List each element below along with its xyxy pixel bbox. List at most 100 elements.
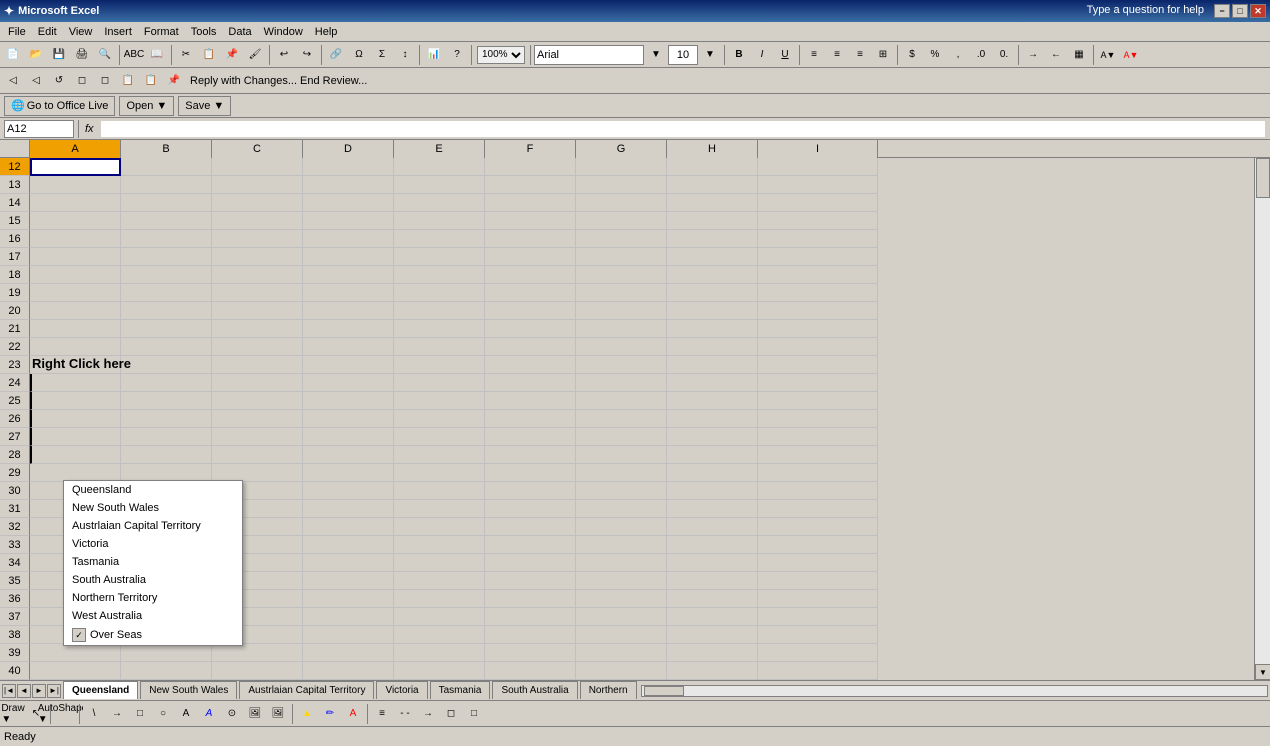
t2-btn3[interactable]: ↺ — [48, 70, 70, 92]
dropdown-item-act[interactable]: Austrlaian Capital Territory — [64, 517, 242, 535]
dropdown-item-wa[interactable]: West Australia — [64, 607, 242, 625]
tab-next-btn[interactable]: ► — [32, 684, 46, 698]
t2-btn2[interactable]: ◁ — [25, 70, 47, 92]
textbox-btn[interactable]: A — [175, 703, 197, 725]
col-header-d[interactable]: D — [303, 140, 394, 158]
cell-d12[interactable] — [303, 158, 394, 176]
font-size-dropdown[interactable]: ▼ — [699, 44, 721, 66]
underline-btn[interactable]: U — [774, 44, 796, 66]
menu-tools[interactable]: Tools — [185, 24, 223, 40]
dropdown-item-sa[interactable]: South Australia — [64, 571, 242, 589]
decrease-decimal-btn[interactable]: 0. — [993, 44, 1015, 66]
col-header-f[interactable]: F — [485, 140, 576, 158]
percent-btn[interactable]: % — [924, 44, 946, 66]
name-box[interactable] — [4, 120, 74, 138]
oval-btn[interactable]: ○ — [152, 703, 174, 725]
cell-g12[interactable] — [576, 158, 667, 176]
menu-format[interactable]: Format — [138, 24, 185, 40]
redo-btn[interactable]: ↪ — [296, 44, 318, 66]
fill-btn[interactable]: ▲ — [296, 703, 318, 725]
col-header-h[interactable]: H — [667, 140, 758, 158]
t2-btn7[interactable]: 📋 — [140, 70, 162, 92]
3d-btn[interactable]: □ — [463, 703, 485, 725]
new-btn[interactable]: 📄 — [2, 44, 24, 66]
zoom-select[interactable]: 100% — [477, 46, 525, 64]
menu-help[interactable]: Help — [309, 24, 344, 40]
sort-btn[interactable]: ↕ — [394, 44, 416, 66]
italic-btn[interactable]: I — [751, 44, 773, 66]
font-name-dropdown[interactable]: ▼ — [645, 44, 667, 66]
dropdown-item-queensland[interactable]: Queensland — [64, 481, 242, 499]
dropdown-item-nsw[interactable]: New South Wales — [64, 499, 242, 517]
rect-btn[interactable]: □ — [129, 703, 151, 725]
formula-input[interactable] — [100, 120, 1266, 138]
font-size-input[interactable] — [668, 45, 698, 65]
dropdown-item-overseas[interactable]: ✓ Over Seas — [64, 625, 242, 645]
menu-window[interactable]: Window — [258, 24, 309, 40]
cell-b12[interactable] — [121, 158, 212, 176]
currency-btn[interactable]: $ — [901, 44, 923, 66]
t2-btn4[interactable]: ◻ — [71, 70, 93, 92]
font-col-btn[interactable]: A — [342, 703, 364, 725]
sheet-tab-northern[interactable]: Northern — [580, 681, 637, 699]
col-header-c[interactable]: C — [212, 140, 303, 158]
col-header-e[interactable]: E — [394, 140, 485, 158]
tab-last-btn[interactable]: ►| — [47, 684, 61, 698]
dash-style-btn[interactable]: - - — [394, 703, 416, 725]
col-header-g[interactable]: G — [576, 140, 667, 158]
restore-button[interactable]: □ — [1232, 4, 1248, 18]
help-btn[interactable]: ? — [446, 44, 468, 66]
copy-btn[interactable]: 📋 — [198, 44, 220, 66]
cut-btn[interactable]: ✂ — [175, 44, 197, 66]
hyperlink-btn[interactable]: 🔗 — [325, 44, 347, 66]
align-center-btn[interactable]: ≡ — [826, 44, 848, 66]
line-style-btn[interactable]: ≡ — [371, 703, 393, 725]
wordart-btn[interactable]: A — [198, 703, 220, 725]
scroll-down-btn[interactable]: ▼ — [1255, 664, 1270, 680]
decrease-indent-btn[interactable]: ← — [1045, 44, 1067, 66]
increase-indent-btn[interactable]: → — [1022, 44, 1044, 66]
cell-e12[interactable] — [394, 158, 485, 176]
sheet-tab-tasmania[interactable]: Tasmania — [430, 681, 491, 699]
h-scroll-track[interactable] — [641, 685, 1268, 697]
bold-btn[interactable]: B — [728, 44, 750, 66]
open-btn-live[interactable]: Open ▼ — [119, 96, 174, 116]
sheet-tab-act[interactable]: Austrlaian Capital Territory — [239, 681, 374, 699]
cell-a23[interactable]: Right Click here — [30, 356, 121, 374]
paste-btn[interactable]: 📌 — [221, 44, 243, 66]
t2-btn8[interactable]: 📌 — [163, 70, 185, 92]
fill-color-btn[interactable]: A▼ — [1097, 44, 1119, 66]
align-left-btn[interactable]: ≡ — [803, 44, 825, 66]
cell-a12[interactable] — [30, 158, 121, 176]
picture-btn[interactable]: 🖼 — [267, 703, 289, 725]
t2-btn5[interactable]: ◻ — [94, 70, 116, 92]
save-btn[interactable]: 💾 — [48, 44, 70, 66]
line-btn[interactable]: \ — [83, 703, 105, 725]
t2-btn1[interactable]: ◁ — [2, 70, 24, 92]
arrow-style-btn[interactable]: → — [417, 703, 439, 725]
autoshapes-btn[interactable]: AutoShapes ▼ — [54, 703, 76, 725]
draw-btn[interactable]: Draw ▼ — [2, 703, 24, 725]
open-btn[interactable]: 📂 — [25, 44, 47, 66]
dropdown-item-victoria[interactable]: Victoria — [64, 535, 242, 553]
chart-btn[interactable]: 📊 — [423, 44, 445, 66]
comma-btn[interactable]: , — [947, 44, 969, 66]
menu-file[interactable]: File — [2, 24, 32, 40]
tab-first-btn[interactable]: |◄ — [2, 684, 16, 698]
format-painter-btn[interactable]: 🖌 — [244, 44, 266, 66]
cell-f12[interactable] — [485, 158, 576, 176]
sheet-tab-victoria[interactable]: Victoria — [376, 681, 427, 699]
line-color-btn[interactable]: ✏ — [319, 703, 341, 725]
undo-btn[interactable]: ↩ — [273, 44, 295, 66]
sheet-tab-sa[interactable]: South Australia — [492, 681, 577, 699]
sheet-tab-queensland[interactable]: Queensland — [63, 681, 138, 699]
font-name-input[interactable] — [534, 45, 644, 65]
cell-h12[interactable] — [667, 158, 758, 176]
sum-btn[interactable]: Σ — [371, 44, 393, 66]
scroll-track[interactable] — [1255, 156, 1270, 664]
merge-btn[interactable]: ⊞ — [872, 44, 894, 66]
t2-btn6[interactable]: 📋 — [117, 70, 139, 92]
col-header-a[interactable]: A — [30, 140, 121, 158]
save-btn-live[interactable]: Save ▼ — [178, 96, 231, 116]
scroll-thumb[interactable] — [1256, 158, 1270, 198]
